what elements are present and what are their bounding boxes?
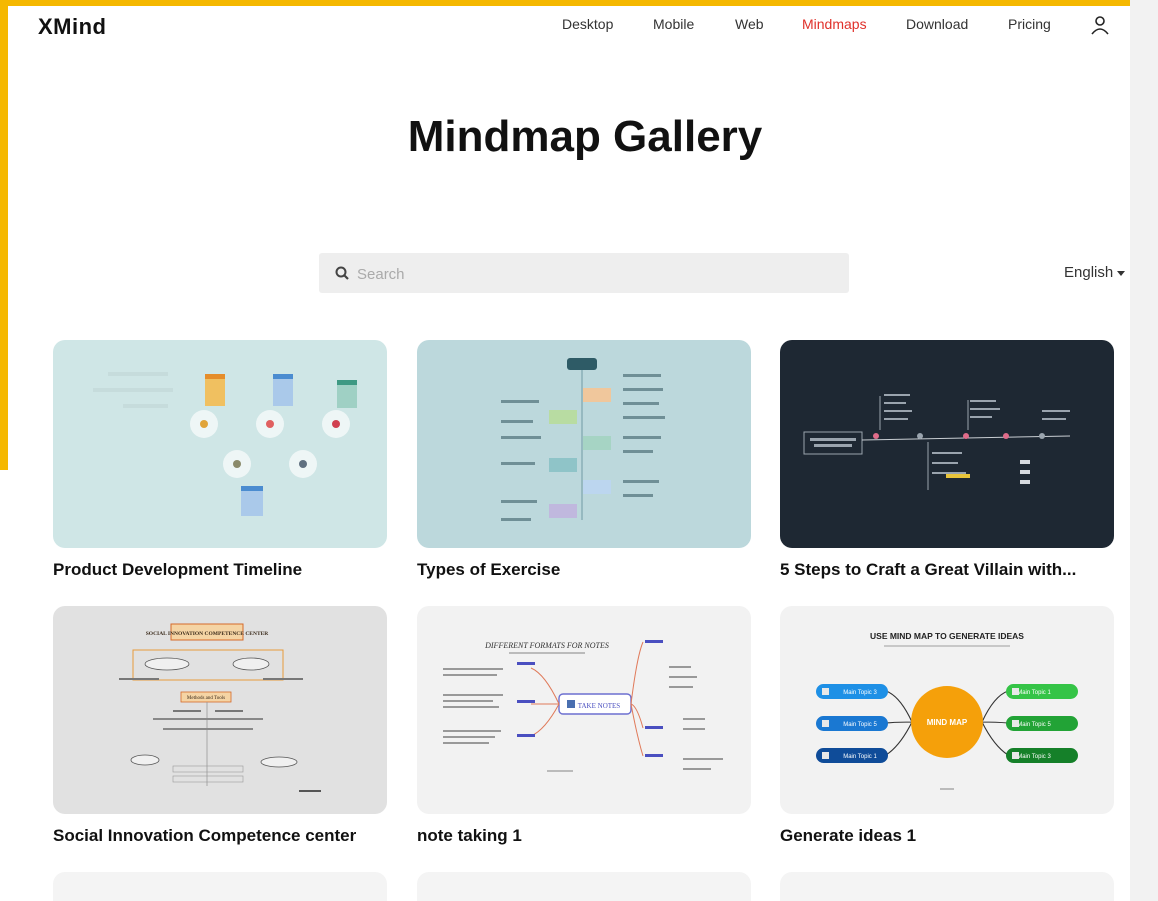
language-dropdown[interactable]: English (1064, 264, 1126, 281)
card-title[interactable]: Types of Exercise (417, 560, 560, 580)
nav-desktop[interactable]: Desktop (562, 16, 613, 32)
card-thumbnail[interactable] (417, 340, 751, 548)
gallery-card-great-villain[interactable]: 5 Steps to Craft a Great Villain with... (780, 340, 1114, 579)
gallery-card-partial[interactable] (417, 872, 751, 901)
gallery-card-social-innovation[interactable]: SOCIAL INNOVATION COMPETENCE CENTER Meth… (53, 606, 387, 845)
nav-mobile[interactable]: Mobile (653, 16, 694, 32)
left-accent-bar (0, 0, 8, 470)
svg-text:USE MIND MAP TO GENERATE IDEAS: USE MIND MAP TO GENERATE IDEAS (870, 631, 1024, 641)
gallery-card-types-of-exercise[interactable]: Types of Exercise (417, 340, 751, 579)
svg-text:MIND MAP: MIND MAP (927, 718, 968, 727)
card-thumbnail[interactable]: USE MIND MAP TO GENERATE IDEAS MIND MAP … (780, 606, 1114, 814)
svg-text:Main Topic 1: Main Topic 1 (843, 754, 877, 760)
card-title[interactable]: 5 Steps to Craft a Great Villain with... (780, 560, 1076, 580)
mindmap-preview-image (417, 340, 751, 548)
language-label: English (1064, 264, 1114, 281)
svg-text:Methods and Tools: Methods and Tools (187, 696, 225, 701)
card-thumbnail[interactable]: DIFFERENT FORMATS FOR NOTES TAKE NOTES (417, 606, 751, 814)
card-title[interactable]: Product Development Timeline (53, 560, 302, 580)
svg-text:Main Topic 3: Main Topic 3 (843, 690, 877, 696)
search-bar[interactable] (319, 253, 849, 295)
svg-text:Main Topic 5: Main Topic 5 (843, 722, 877, 728)
nav-download[interactable]: Download (906, 16, 968, 32)
mindmap-preview-image: SOCIAL INNOVATION COMPETENCE CENTER Meth… (53, 606, 387, 814)
svg-text:Main Topic 1: Main Topic 1 (1017, 690, 1051, 696)
nav-mindmaps[interactable]: Mindmaps (802, 16, 867, 32)
card-title[interactable]: Generate ideas 1 (780, 826, 916, 846)
svg-text:DIFFERENT FORMATS FOR NOTES: DIFFERENT FORMATS FOR NOTES (484, 641, 609, 650)
card-title[interactable]: note taking 1 (417, 826, 522, 846)
gallery-card-partial[interactable] (53, 872, 387, 901)
mindmap-preview-image (780, 340, 1114, 548)
top-navigation: XMind Desktop Mobile Web Mindmaps Downlo… (0, 6, 1130, 50)
mindmap-preview-image (53, 340, 387, 548)
card-title[interactable]: Social Innovation Competence center (53, 826, 356, 846)
nav-web[interactable]: Web (735, 16, 764, 32)
gallery-card-generate-ideas[interactable]: USE MIND MAP TO GENERATE IDEAS MIND MAP … (780, 606, 1114, 845)
card-thumbnail[interactable] (780, 340, 1114, 548)
mindmap-preview-image: USE MIND MAP TO GENERATE IDEAS MIND MAP … (780, 606, 1114, 814)
svg-text:SOCIAL INNOVATION COMPETENCE C: SOCIAL INNOVATION COMPETENCE CENTER (146, 631, 270, 637)
search-icon (335, 266, 349, 280)
gallery-card-note-taking[interactable]: DIFFERENT FORMATS FOR NOTES TAKE NOTES n… (417, 606, 751, 845)
gallery-card-partial[interactable] (780, 872, 1114, 901)
card-thumbnail[interactable]: SOCIAL INNOVATION COMPETENCE CENTER Meth… (53, 606, 387, 814)
mindmap-preview-image: DIFFERENT FORMATS FOR NOTES TAKE NOTES (417, 606, 751, 814)
nav-pricing[interactable]: Pricing (1008, 16, 1051, 32)
svg-text:Main Topic 3: Main Topic 3 (1017, 754, 1051, 760)
search-input[interactable] (355, 253, 839, 295)
user-icon[interactable] (1089, 14, 1111, 36)
svg-text:Main Topic 5: Main Topic 5 (1017, 722, 1051, 728)
card-thumbnail[interactable] (53, 340, 387, 548)
caret-down-icon (1117, 270, 1126, 276)
svg-text:TAKE NOTES: TAKE NOTES (578, 702, 621, 710)
xmind-logo[interactable]: XMind (38, 14, 107, 40)
page-title: Mindmap Gallery (407, 112, 763, 161)
gallery-card-product-development[interactable]: Product Development Timeline (53, 340, 387, 579)
